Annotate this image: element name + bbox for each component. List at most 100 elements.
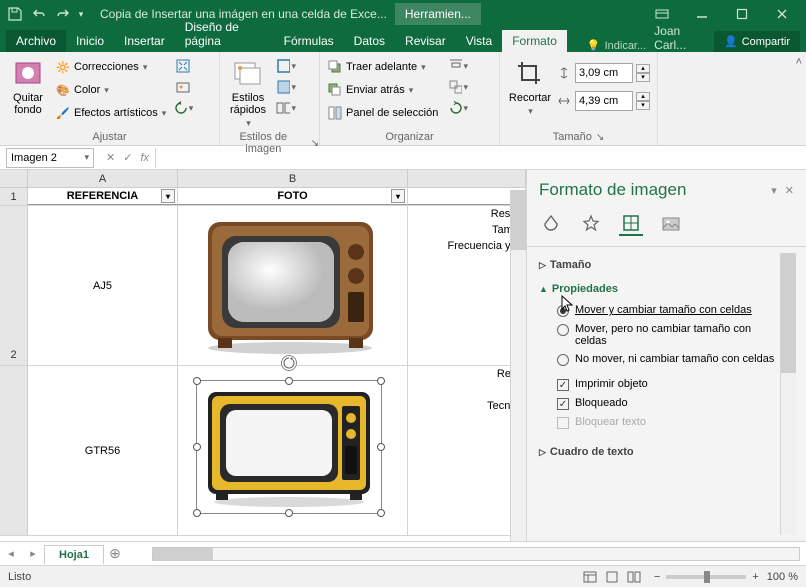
corrections-button[interactable]: 🔆Correcciones▾ [52, 56, 169, 78]
crop-button[interactable]: Recortar▾ [504, 56, 556, 119]
tab-file[interactable]: Archivo [6, 30, 66, 52]
scroll-thumb[interactable] [153, 548, 213, 560]
close-button[interactable] [762, 0, 802, 28]
name-box[interactable]: Imagen 2▾ [6, 148, 94, 168]
zoom-level[interactable]: 100 % [767, 571, 798, 583]
filter-button[interactable]: ▾ [391, 189, 405, 203]
tell-me-input[interactable]: 💡Indicar... [587, 39, 646, 52]
sheet-tab[interactable]: Hoja1 [44, 545, 104, 564]
collapse-ribbon-icon[interactable]: ˄ [796, 56, 802, 68]
tab-pagelayout[interactable]: Diseño de página [175, 16, 274, 52]
cell-c1[interactable] [408, 188, 526, 205]
redo-button[interactable] [52, 3, 74, 25]
height-input[interactable]: 3,09 cm [575, 63, 633, 83]
zoom-thumb[interactable] [704, 571, 710, 583]
width-up[interactable]: ▴ [636, 92, 650, 101]
height-up[interactable]: ▴ [636, 64, 650, 73]
fill-line-icon[interactable] [539, 212, 563, 236]
section-size[interactable]: ▷Tamaño [539, 259, 778, 271]
quick-styles-button[interactable]: Estilos rápidos▾ [224, 56, 272, 131]
horizontal-scrollbar[interactable] [152, 547, 800, 561]
filter-button[interactable]: ▾ [161, 189, 175, 203]
section-properties[interactable]: ▲Propiedades [539, 283, 778, 295]
bring-forward-button[interactable]: Traer adelante▾ [324, 56, 444, 78]
row-header-3[interactable] [0, 366, 28, 535]
remove-background-button[interactable]: Quitar fondo [4, 56, 52, 118]
grid[interactable]: 1 REFERENCIA▾ FOTO▾ 2 AJ5 Resolu Tamañ F… [0, 188, 526, 541]
vertical-scrollbar[interactable] [510, 190, 526, 541]
width-down[interactable]: ▾ [636, 101, 650, 110]
artistic-effects-button[interactable]: 🖌️Efectos artísticos▾ [52, 102, 169, 124]
height-down[interactable]: ▾ [636, 73, 650, 82]
share-button[interactable]: 👤Compartir [714, 31, 800, 52]
rotate-button[interactable]: ▾ [448, 98, 468, 118]
undo-button[interactable] [28, 3, 50, 25]
effects-icon[interactable] [579, 212, 603, 236]
col-header-c[interactable] [408, 170, 526, 187]
radio-move-resize[interactable]: Mover y cambiar tamaño con celdas [557, 301, 778, 320]
scroll-thumb[interactable] [781, 253, 796, 373]
tab-data[interactable]: Datos [344, 30, 395, 52]
qat-customize-icon[interactable]: ▾ [76, 3, 86, 25]
cell-c2[interactable]: Resolu Tamañ Frecuencia y Te P 3 [408, 206, 526, 365]
view-normal-icon[interactable] [580, 568, 600, 586]
align-button[interactable]: ▾ [448, 56, 468, 76]
group-button[interactable]: ▾ [448, 77, 468, 97]
fx-icon[interactable]: fx [140, 152, 149, 164]
cell-b1[interactable]: FOTO▾ [178, 188, 408, 205]
tab-nav-next[interactable]: ▸ [22, 547, 44, 560]
selection-handles[interactable] [196, 380, 382, 514]
width-input[interactable]: 4,39 cm [575, 91, 633, 111]
picture-layout-button[interactable]: ▾ [276, 98, 296, 118]
save-button[interactable] [4, 3, 26, 25]
cancel-icon[interactable]: ✕ [106, 151, 115, 164]
view-pagebreak-icon[interactable] [624, 568, 644, 586]
pane-close-icon[interactable]: ✕ [785, 184, 794, 197]
tab-insert[interactable]: Insertar [114, 30, 175, 52]
pane-scrollbar[interactable] [780, 253, 796, 535]
send-backward-button[interactable]: Enviar atrás▾ [324, 79, 444, 101]
cell-a2[interactable]: AJ5 [28, 206, 178, 365]
row-header-2[interactable]: 2 [0, 206, 28, 365]
cell-a3[interactable]: GTR56 [28, 366, 178, 535]
enter-icon[interactable]: ✓ [123, 151, 132, 164]
reset-picture-button[interactable]: ▾ [173, 98, 193, 118]
col-header-b[interactable]: B [178, 170, 408, 187]
cell-b2[interactable] [178, 206, 408, 365]
maximize-button[interactable] [722, 0, 762, 28]
cell-b3[interactable] [178, 366, 408, 535]
scroll-thumb[interactable] [511, 190, 526, 250]
user-label[interactable]: Joan Carl... [646, 24, 714, 52]
cell-a1[interactable]: REFERENCIA▾ [28, 188, 178, 205]
pane-options-icon[interactable]: ▾ [771, 184, 777, 197]
radio-move-no-resize[interactable]: Mover, pero no cambiar tamaño con celdas [557, 320, 778, 350]
color-button[interactable]: 🎨Color▾ [52, 79, 169, 101]
tab-format[interactable]: Formato [502, 30, 567, 52]
picture-effects-button[interactable]: ▾ [276, 77, 296, 97]
tab-review[interactable]: Revisar [395, 30, 456, 52]
select-all-corner[interactable] [0, 170, 28, 187]
tab-formulas[interactable]: Fórmulas [274, 30, 344, 52]
picture-icon[interactable] [659, 212, 683, 236]
row-header-1[interactable]: 1 [0, 188, 28, 205]
picture-border-button[interactable]: ▾ [276, 56, 296, 76]
section-textbox[interactable]: ▷Cuadro de texto [539, 446, 778, 458]
rotate-handle[interactable] [281, 355, 297, 371]
zoom-slider[interactable] [666, 575, 746, 579]
tab-home[interactable]: Inicio [66, 30, 114, 52]
tab-nav-prev[interactable]: ◂ [0, 547, 22, 560]
tab-view[interactable]: Vista [456, 30, 502, 52]
zoom-out-button[interactable]: − [654, 571, 660, 583]
selection-pane-button[interactable]: Panel de selección [324, 102, 444, 124]
cell-c3[interactable]: Resol Tar Tecnolo P [408, 366, 526, 535]
dialog-launcher-icon[interactable]: ↘ [596, 132, 604, 143]
zoom-in-button[interactable]: + [752, 571, 758, 583]
view-layout-icon[interactable] [602, 568, 622, 586]
check-locked[interactable]: ✓Bloqueado [557, 394, 778, 413]
radio-no-move-no-resize[interactable]: No mover, ni cambiar tamaño con celdas [557, 350, 778, 369]
add-sheet-button[interactable]: ⊕ [104, 545, 126, 562]
check-print-object[interactable]: ✓Imprimir objeto [557, 375, 778, 394]
formula-input[interactable] [155, 148, 806, 168]
change-picture-button[interactable] [173, 77, 193, 97]
col-header-a[interactable]: A [28, 170, 178, 187]
